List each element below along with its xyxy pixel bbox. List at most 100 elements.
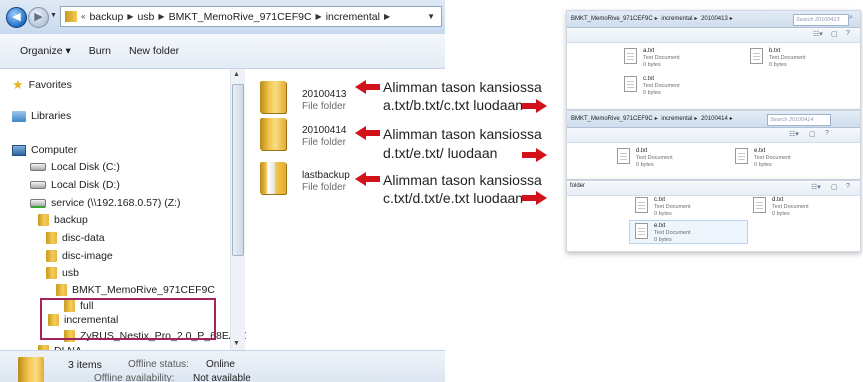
nav-folder-usb[interactable]: usb	[46, 265, 79, 281]
help-icon[interactable]: ?	[846, 183, 850, 190]
arrow-right-icon	[522, 99, 547, 113]
nav-network-drive[interactable]: service (\\192.168.0.57) (Z:)	[30, 195, 181, 211]
folder-type: File folder	[302, 182, 346, 193]
file-type: Text Document	[769, 55, 806, 61]
breadcrumb-20100414[interactable]: 20100414	[701, 116, 728, 122]
organize-button[interactable]: Organize ▾	[20, 45, 71, 57]
offline-status-label: Offline status:	[128, 359, 189, 370]
mini-toolbar: ☷▾ ▢ ?	[567, 28, 860, 43]
annotation-line: Alimman tason kansiossa	[383, 126, 542, 142]
nav-scrollbar-thumb[interactable]	[232, 84, 244, 256]
views-icon[interactable]: ☷▾	[813, 30, 823, 38]
file-type: Text Document	[636, 155, 673, 161]
folder-icon	[260, 81, 286, 113]
text-file-icon	[635, 197, 648, 213]
chevron-right-icon[interactable]: ▶	[158, 12, 164, 21]
file-name: a.txt	[643, 48, 655, 54]
nav-folder-disc-data[interactable]: disc-data	[46, 230, 105, 246]
nav-favorites[interactable]: ★ Favorites	[12, 77, 72, 93]
nav-folder-disc-image[interactable]: disc-image	[46, 248, 113, 264]
nav-local-disk-d[interactable]: Local Disk (D:)	[30, 177, 120, 193]
file-type: Text Document	[643, 83, 680, 89]
chevron-right-icon[interactable]: ▶	[127, 12, 133, 21]
address-bar-area: ◀ ▶ ▼ « backup ▶ usb ▶ BMKT_MemoRive_971…	[0, 0, 445, 35]
file-name: d.txt	[636, 148, 648, 154]
offline-availability-value: Not available	[193, 373, 251, 382]
highlight-box	[40, 298, 216, 340]
help-icon[interactable]: ?	[825, 130, 829, 137]
text-file-icon	[635, 223, 648, 239]
explorer-window-lastbackup: folder ☷▾ ▢ ? c.txt Text Document 0 byte…	[566, 180, 861, 252]
disk-icon	[30, 163, 46, 171]
file-type: Text Document	[643, 55, 680, 61]
preview-pane-icon[interactable]: ▢	[831, 30, 838, 38]
nav-folder-backup[interactable]: backup	[38, 212, 88, 228]
scroll-down-icon[interactable]: ▼	[233, 340, 240, 347]
network-drive-icon	[30, 198, 46, 208]
overflow-chevron-icon[interactable]: «	[81, 12, 85, 21]
breadcrumb-bmkt[interactable]: BMKT_MemoRive_971CEF9C	[571, 116, 653, 122]
folder-icon	[38, 214, 49, 226]
explorer-window: ◀ ▶ ▼ « backup ▶ usb ▶ BMKT_MemoRive_971…	[0, 0, 445, 382]
new-folder-button[interactable]: New folder	[129, 45, 179, 57]
toolbar-label[interactable]: folder	[570, 183, 585, 189]
annotation-line: Alimman tason kansiossa	[383, 172, 542, 188]
nav-label: Local Disk (D:)	[51, 179, 120, 191]
folder-icon	[56, 284, 67, 296]
nav-local-disk-c[interactable]: Local Disk (C:)	[30, 159, 120, 175]
file-name: d.txt	[772, 197, 784, 203]
burn-button[interactable]: Burn	[89, 45, 111, 57]
text-file-icon	[624, 76, 637, 92]
disk-icon	[30, 181, 46, 189]
file-type: Text Document	[654, 204, 691, 210]
folder-icon	[46, 250, 57, 262]
forward-button[interactable]: ▶	[28, 7, 49, 28]
arrow-left-icon	[355, 126, 380, 140]
folder-icon	[65, 11, 77, 22]
breadcrumb-bmkt[interactable]: BMKT_MemoRive_971CEF9C	[169, 11, 312, 23]
preview-pane-icon[interactable]: ▢	[831, 183, 838, 191]
nav-folder-bmkt[interactable]: BMKT_MemoRive_971CEF9C	[56, 282, 215, 298]
explorer-window-20100413: BMKT_MemoRive_971CEF9C ▸ incremental ▸ 201…	[566, 10, 861, 110]
file-name: c.txt	[654, 197, 666, 203]
chevron-right-icon[interactable]: ▶	[384, 12, 390, 21]
views-icon[interactable]: ☷▾	[811, 183, 821, 191]
preview-pane-icon[interactable]: ▢	[809, 130, 816, 138]
nav-libraries[interactable]: Libraries	[12, 108, 71, 124]
nav-computer[interactable]: Computer	[12, 142, 77, 158]
open-folder-icon	[260, 162, 286, 194]
arrow-right-icon	[522, 148, 547, 162]
text-file-icon	[624, 48, 637, 64]
breadcrumb-usb[interactable]: usb	[137, 11, 154, 23]
breadcrumb-backup[interactable]: backup	[89, 11, 123, 23]
file-size: 0 bytes	[769, 62, 787, 68]
file-type: Text Document	[754, 155, 791, 161]
text-file-icon	[750, 48, 763, 64]
annotation-line: d.txt/e.txt/ luodaan	[383, 145, 498, 161]
chevron-right-icon[interactable]: ▶	[316, 12, 322, 21]
back-button[interactable]: ◀	[6, 7, 27, 28]
address-dropdown-icon[interactable]: ▼	[427, 12, 435, 21]
scroll-up-icon[interactable]: ▲	[233, 71, 240, 78]
mini-toolbar: ☷▾ ▢ ?	[567, 128, 860, 143]
arrow-left-icon	[355, 80, 380, 94]
breadcrumb-incremental[interactable]: incremental	[661, 116, 692, 122]
annotation-line: c.txt/d.txt/e.txt luodaan	[383, 190, 524, 206]
breadcrumb-incremental[interactable]: incremental	[661, 16, 692, 22]
breadcrumb-incremental[interactable]: incremental	[326, 11, 380, 23]
search-input[interactable]: Search 20100413	[793, 14, 849, 26]
search-icon[interactable]: ⌕	[849, 14, 853, 22]
address-field[interactable]: « backup ▶ usb ▶ BMKT_MemoRive_971CEF9C …	[60, 6, 442, 27]
mini-toolbar: folder ☷▾ ▢ ?	[567, 181, 860, 196]
help-icon[interactable]: ?	[846, 30, 850, 37]
views-icon[interactable]: ☷▾	[789, 130, 799, 138]
nav-label: BMKT_MemoRive_971CEF9C	[72, 284, 215, 296]
breadcrumb-bmkt[interactable]: BMKT_MemoRive_971CEF9C	[571, 16, 653, 22]
folder-name: lastbackup	[302, 170, 350, 181]
file-name: e.txt	[754, 148, 766, 154]
folder-name: 20100414	[302, 125, 347, 136]
breadcrumb-20100413[interactable]: 20100413	[701, 16, 728, 22]
offline-status-value: Online	[206, 359, 235, 370]
search-input[interactable]: Search 20100414	[767, 114, 831, 126]
recent-pages-icon[interactable]: ▼	[50, 12, 57, 19]
